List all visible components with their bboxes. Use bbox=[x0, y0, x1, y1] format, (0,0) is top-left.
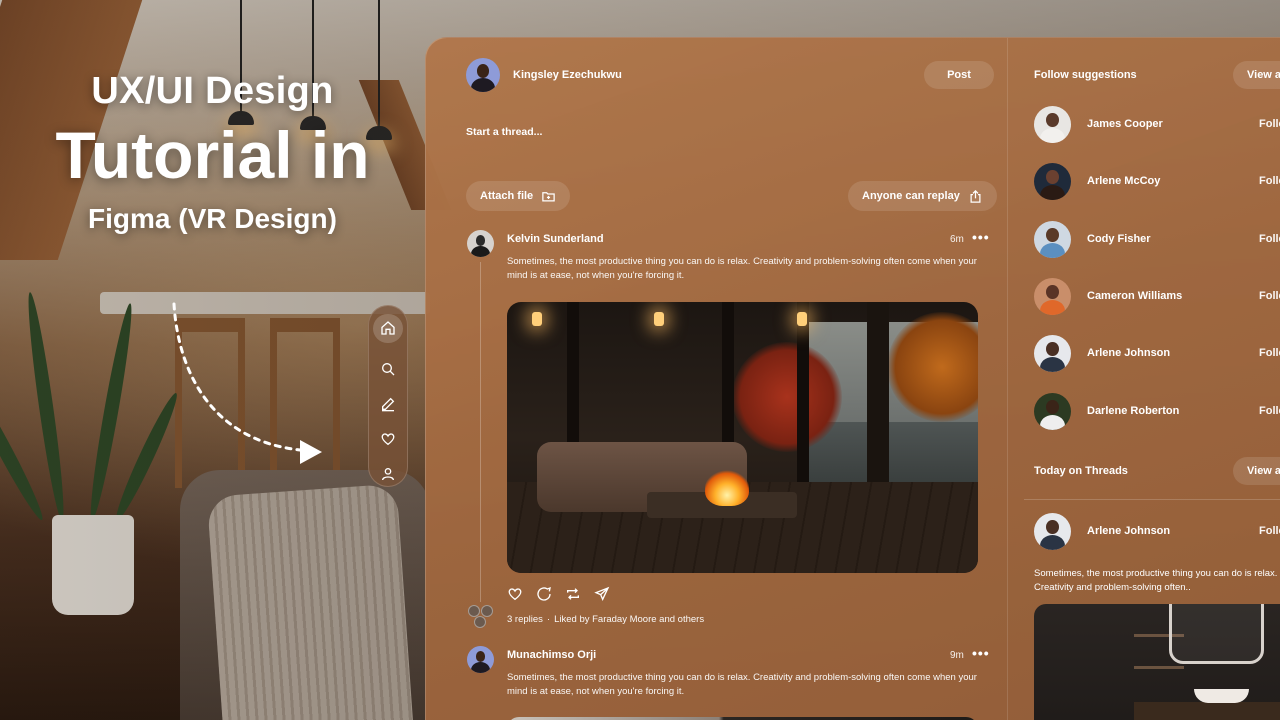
view-all-button[interactable]: View all bbox=[1233, 457, 1280, 485]
post-author[interactable]: Kelvin Sunderland bbox=[507, 233, 604, 245]
column-divider bbox=[1007, 38, 1008, 720]
today-post-text: Sometimes, the most productive thing you… bbox=[1034, 568, 1278, 593]
today-user-name[interactable]: Arlene Johnson bbox=[1087, 525, 1170, 537]
suggestion-name[interactable]: Arlene Johnson bbox=[1087, 347, 1170, 359]
avatar[interactable] bbox=[1034, 393, 1071, 430]
post-stats: 3 replies · Liked by Faraday Moore and oth… bbox=[507, 614, 705, 625]
replies-count[interactable]: 3 replies bbox=[507, 614, 543, 625]
divider bbox=[1024, 499, 1280, 500]
likes-summary[interactable]: Liked by Faraday Moore and others bbox=[554, 614, 704, 625]
post-text: Sometimes, the most productive thing you… bbox=[507, 672, 977, 697]
avatar[interactable] bbox=[1034, 278, 1071, 315]
avatar[interactable] bbox=[1034, 513, 1071, 550]
avatar[interactable] bbox=[466, 58, 500, 92]
more-options-button[interactable]: ••• bbox=[972, 229, 990, 245]
follow-button[interactable]: Follow bbox=[1259, 525, 1280, 537]
suggestion-name[interactable]: Cameron Williams bbox=[1087, 290, 1182, 302]
avatar[interactable] bbox=[467, 230, 494, 257]
headline-line2: Tutorial in bbox=[55, 118, 370, 192]
dock-profile-button[interactable] bbox=[374, 461, 402, 486]
avatar[interactable] bbox=[467, 646, 494, 673]
user-icon bbox=[382, 467, 394, 480]
like-heart-icon[interactable] bbox=[507, 586, 523, 602]
follow-button[interactable]: Follow bbox=[1259, 175, 1280, 187]
heart-icon bbox=[381, 433, 395, 445]
headline: UX/UI Design Tutorial in Figma (VR Desig… bbox=[0, 70, 425, 235]
suggestion-name[interactable]: Arlene McCoy bbox=[1087, 175, 1160, 187]
thread-input[interactable] bbox=[466, 120, 986, 144]
post-image-porch[interactable] bbox=[507, 302, 978, 573]
post-button[interactable]: Post bbox=[924, 61, 994, 89]
send-icon[interactable] bbox=[594, 586, 610, 602]
reply-permission-button[interactable]: Anyone can replay bbox=[848, 181, 997, 211]
post-time: 6m bbox=[950, 234, 964, 245]
attach-file-button[interactable]: Attach file bbox=[466, 181, 571, 211]
follow-button[interactable]: Follow bbox=[1259, 233, 1280, 245]
headline-line3: Figma (VR Design) bbox=[88, 203, 337, 234]
dock-compose-button[interactable] bbox=[374, 391, 402, 416]
post-text: Sometimes, the most productive thing you… bbox=[507, 256, 977, 281]
post-time: 9m bbox=[950, 650, 964, 661]
nav-dock bbox=[368, 305, 408, 487]
dotted-arrow-icon bbox=[172, 302, 322, 464]
follow-button[interactable]: Follow bbox=[1259, 118, 1280, 130]
dock-activity-button[interactable] bbox=[374, 426, 402, 451]
more-options-button[interactable]: ••• bbox=[972, 645, 990, 661]
reply-avatar bbox=[474, 616, 486, 628]
view-all-button[interactable]: View all bbox=[1233, 61, 1280, 89]
folder-plus-icon bbox=[542, 191, 555, 201]
attach-file-label: Attach file bbox=[480, 190, 534, 202]
follow-suggestions-title: Follow suggestions bbox=[1034, 69, 1137, 81]
follow-button[interactable]: Follow bbox=[1259, 405, 1280, 417]
suggestion-name[interactable]: James Cooper bbox=[1087, 118, 1163, 130]
suggestion-name[interactable]: Darlene Roberton bbox=[1087, 405, 1179, 417]
avatar[interactable] bbox=[1034, 163, 1071, 200]
thread-line bbox=[480, 262, 481, 602]
reply-permission-label: Anyone can replay bbox=[862, 190, 960, 202]
post-author[interactable]: Munachimso Orji bbox=[507, 649, 596, 661]
follow-button[interactable]: Follow bbox=[1259, 290, 1280, 302]
feed-column: Kingsley Ezechukwu Post Attach file Anyo… bbox=[426, 38, 1008, 720]
comment-icon[interactable] bbox=[536, 586, 552, 602]
home-icon bbox=[381, 321, 395, 335]
threads-panel: Kingsley Ezechukwu Post Attach file Anyo… bbox=[425, 37, 1280, 720]
avatar[interactable] bbox=[1034, 106, 1071, 143]
repost-icon[interactable] bbox=[565, 586, 581, 602]
composer-user-name: Kingsley Ezechukwu bbox=[513, 69, 622, 81]
share-icon bbox=[970, 189, 981, 203]
headline-line1: UX/UI Design bbox=[91, 70, 334, 112]
avatar[interactable] bbox=[1034, 335, 1071, 372]
follow-button[interactable]: Follow bbox=[1259, 347, 1280, 359]
dock-home-button[interactable] bbox=[373, 314, 403, 343]
dock-search-button[interactable] bbox=[374, 357, 402, 382]
today-on-threads-title: Today on Threads bbox=[1034, 465, 1128, 477]
post-actions bbox=[507, 586, 610, 602]
reply-avatar bbox=[481, 605, 493, 617]
avatar[interactable] bbox=[1034, 221, 1071, 258]
sidebar: Follow suggestions View all James Cooper… bbox=[1009, 38, 1280, 720]
suggestion-name[interactable]: Cody Fisher bbox=[1087, 233, 1151, 245]
edit-icon bbox=[382, 397, 395, 412]
today-post-image[interactable] bbox=[1034, 604, 1280, 720]
search-icon bbox=[382, 363, 395, 376]
